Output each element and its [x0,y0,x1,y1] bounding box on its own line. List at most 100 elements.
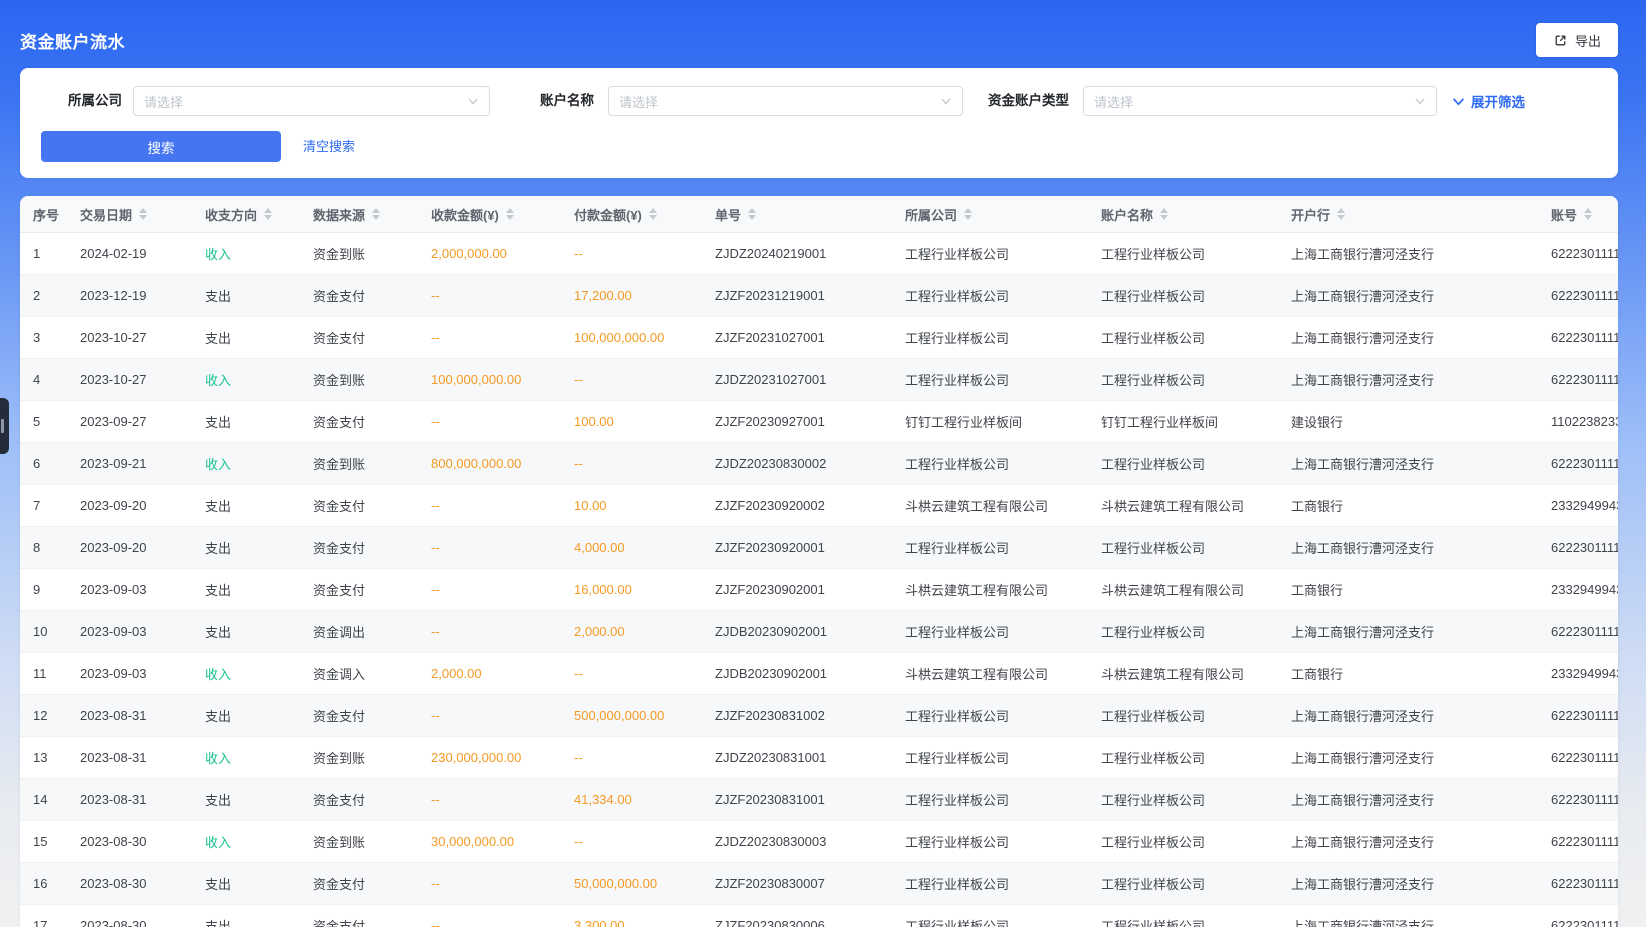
table-row[interactable]: 122023-08-31支出资金支付--500,000,000.00ZJZF20… [20,695,1618,737]
table-row[interactable]: 162023-08-30支出资金支付--50,000,000.00ZJZF202… [20,863,1618,905]
cell-3: 资金调入 [313,653,431,694]
column-header-3[interactable]: 数据来源 [313,196,431,232]
sort-icon[interactable] [1337,208,1345,220]
cell-5: -- [574,821,715,862]
table-row[interactable]: 72023-09-20支出资金支付--10.00ZJZF20230920002斗… [20,485,1618,527]
column-header-2[interactable]: 收支方向 [205,196,313,232]
sort-icon[interactable] [506,208,514,220]
search-button[interactable]: 搜索 [41,131,281,162]
table-row[interactable]: 132023-08-31收入资金到账230,000,000.00--ZJDZ20… [20,737,1618,779]
table-row[interactable]: 82023-09-20支出资金支付--4,000.00ZJZF202309200… [20,527,1618,569]
company-filter-label: 所属公司 [68,86,122,116]
sort-icon[interactable] [649,208,657,220]
column-header-4[interactable]: 收款金额(¥) [431,196,574,232]
cell-8: 斗栱云建筑工程有限公司 [1101,653,1291,694]
table-header-row: 序号交易日期收支方向数据来源收款金额(¥)付款金额(¥)单号所属公司账户名称开户… [20,196,1618,233]
cell-4: 800,000,000.00 [431,443,574,484]
table-row[interactable]: 62023-09-21收入资金到账800,000,000.00--ZJDZ202… [20,443,1618,485]
fund-account-flow-page: 资金账户流水 导出 所属公司 请选择 账户名称 请选择 资金账户类型 请选择 [0,0,1646,927]
cell-7: 工程行业样板公司 [905,359,1101,400]
table-row[interactable]: 32023-10-27支出资金支付--100,000,000.00ZJZF202… [20,317,1618,359]
cell-8: 斗栱云建筑工程有限公司 [1101,485,1291,526]
cell-2: 支出 [205,275,313,316]
column-label: 所属公司 [905,205,957,224]
column-label: 开户行 [1291,205,1330,224]
cell-3: 资金到账 [313,821,431,862]
table-row[interactable]: 42023-10-27收入资金到账100,000,000.00--ZJDZ202… [20,359,1618,401]
account-name-filter-label: 账户名称 [540,86,594,116]
cell-1: 2023-08-31 [80,695,205,736]
cell-7: 工程行业样板公司 [905,779,1101,820]
drawer-handle-icon [1,419,4,433]
cell-4: -- [431,905,574,927]
chevron-down-icon [1414,95,1426,107]
cell-6: ZJZF20231027001 [715,317,905,358]
cell-1: 2023-08-31 [80,779,205,820]
company-select[interactable]: 请选择 [133,86,490,116]
cell-9: 上海工商银行漕河泾支行 [1291,905,1551,927]
cell-7: 工程行业样板公司 [905,443,1101,484]
column-header-1[interactable]: 交易日期 [80,196,205,232]
cell-4: 100,000,000.00 [431,359,574,400]
table-row[interactable]: 112023-09-03收入资金调入2,000.00--ZJDB20230902… [20,653,1618,695]
cell-2: 支出 [205,401,313,442]
sort-icon[interactable] [964,208,972,220]
column-header-6[interactable]: 单号 [715,196,905,232]
table-row[interactable]: 102023-09-03支出资金调出--2,000.00ZJDB20230902… [20,611,1618,653]
cell-4: -- [431,695,574,736]
cell-0: 15 [33,821,80,862]
sort-icon[interactable] [139,208,147,220]
cell-8: 工程行业样板公司 [1101,611,1291,652]
cell-7: 工程行业样板公司 [905,737,1101,778]
cell-2: 支出 [205,485,313,526]
drawer-handle[interactable] [0,398,9,454]
cell-6: ZJDB20230902001 [715,653,905,694]
column-header-8[interactable]: 账户名称 [1101,196,1291,232]
table-row[interactable]: 152023-08-30收入资金到账30,000,000.00--ZJDZ202… [20,821,1618,863]
table-row[interactable]: 12024-02-19收入资金到账2,000,000.00--ZJDZ20240… [20,233,1618,275]
sort-icon[interactable] [1160,208,1168,220]
table-row[interactable]: 142023-08-31支出资金支付--41,334.00ZJZF2023083… [20,779,1618,821]
column-label: 单号 [715,205,741,224]
cell-5: 500,000,000.00 [574,695,715,736]
cell-6: ZJDB20230902001 [715,611,905,652]
cell-10: 6222301111 [1551,737,1618,778]
cell-6: ZJZF20230831001 [715,779,905,820]
column-header-10[interactable]: 账号 [1551,196,1618,232]
cell-2: 收入 [205,653,313,694]
sort-icon[interactable] [748,208,756,220]
account-name-select[interactable]: 请选择 [608,86,963,116]
sort-icon[interactable] [264,208,272,220]
column-header-7[interactable]: 所属公司 [905,196,1101,232]
cell-5: 2,000.00 [574,611,715,652]
sort-icon[interactable] [372,208,380,220]
table-row[interactable]: 22023-12-19支出资金支付--17,200.00ZJZF20231219… [20,275,1618,317]
column-header-5[interactable]: 付款金额(¥) [574,196,715,232]
table-row[interactable]: 172023-08-30支出资金支付--3,300.00ZJZF20230830… [20,905,1618,927]
cell-1: 2023-10-27 [80,317,205,358]
expand-filters-link[interactable]: 展开筛选 [1452,86,1525,116]
cell-5: -- [574,233,715,274]
cell-3: 资金支付 [313,485,431,526]
column-header-9[interactable]: 开户行 [1291,196,1551,232]
account-type-select-placeholder: 请选择 [1094,92,1414,111]
cell-0: 8 [33,527,80,568]
cell-5: 17,200.00 [574,275,715,316]
cell-7: 工程行业样板公司 [905,527,1101,568]
cell-7: 工程行业样板公司 [905,863,1101,904]
cell-4: -- [431,527,574,568]
table-row[interactable]: 52023-09-27支出资金支付--100.00ZJZF20230927001… [20,401,1618,443]
sort-icon[interactable] [1584,208,1592,220]
cell-6: ZJDZ20240219001 [715,233,905,274]
cell-1: 2023-09-21 [80,443,205,484]
clear-search-link[interactable]: 清空搜索 [303,131,355,162]
cell-3: 资金支付 [313,401,431,442]
account-name-select-placeholder: 请选择 [619,92,940,111]
cell-6: ZJZF20230830006 [715,905,905,927]
cell-2: 支出 [205,611,313,652]
table-row[interactable]: 92023-09-03支出资金支付--16,000.00ZJZF20230902… [20,569,1618,611]
export-button[interactable]: 导出 [1536,23,1618,57]
export-button-label: 导出 [1575,31,1601,50]
account-type-select[interactable]: 请选择 [1083,86,1437,116]
cell-1: 2023-09-03 [80,653,205,694]
